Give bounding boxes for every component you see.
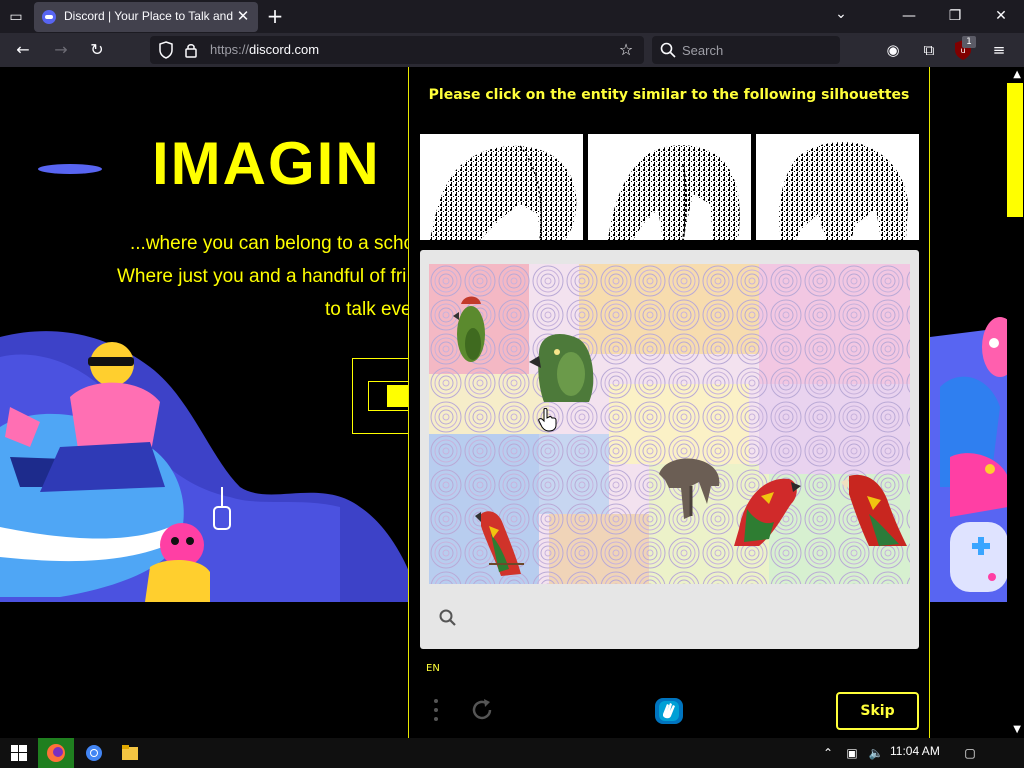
tab-title: Discord | Your Place to Talk and Hang Ou…	[64, 9, 234, 23]
scroll-up-icon[interactable]: ▲	[1013, 69, 1021, 80]
menu-hamburger-icon[interactable]: ≡	[986, 38, 1012, 62]
skip-button[interactable]: Skip	[836, 692, 919, 730]
hero-text-line2: Where just you and a handful of fri	[117, 266, 407, 287]
taskbar-clock[interactable]: 11:04 AM	[890, 744, 940, 758]
url-text: https://discord.com	[210, 42, 320, 57]
screen: ▭ Discord | Your Place to Talk and Hang …	[0, 0, 1024, 768]
hero-illustration-right	[930, 317, 1010, 602]
search-icon	[660, 42, 676, 58]
search-bar[interactable]: Search	[652, 36, 840, 64]
captcha-image-panel	[420, 250, 919, 649]
tab-close-icon[interactable]: ✕	[234, 7, 252, 25]
extensions-icon[interactable]: ⧉	[916, 38, 942, 62]
refresh-icon[interactable]	[469, 697, 495, 723]
search-placeholder: Search	[682, 43, 724, 58]
page-scrollbar[interactable]: ▲ ▼	[1007, 67, 1024, 737]
back-button[interactable]: ←	[10, 38, 36, 62]
url-bar[interactable]: https://discord.com ☆	[150, 36, 644, 64]
hero-text-line1: ...where you can belong to a scho	[130, 233, 415, 254]
tray-volume-muted-icon[interactable]: 🔈	[866, 743, 886, 763]
language-selector[interactable]: EN	[426, 663, 440, 674]
silhouette-example-1	[420, 134, 583, 240]
tab-list-icon[interactable]: ▭	[6, 7, 26, 27]
minimize-button[interactable]: —	[886, 0, 932, 33]
menu-dots-icon[interactable]	[431, 697, 441, 723]
windows-start-icon[interactable]	[0, 738, 38, 768]
zoom-icon[interactable]	[438, 608, 458, 628]
restore-button[interactable]: ❐	[932, 0, 978, 33]
scroll-thumb[interactable]	[1007, 83, 1023, 217]
account-icon[interactable]: ◉	[880, 38, 906, 62]
tray-chevron-up-icon[interactable]: ⌃	[818, 743, 838, 763]
lock-icon[interactable]	[184, 42, 198, 58]
forward-button[interactable]: →	[48, 38, 74, 62]
close-window-button[interactable]: ✕	[978, 0, 1024, 33]
browser-tabbar: ▭ Discord | Your Place to Talk and Hang …	[0, 0, 1024, 33]
browser-navbar: ← → ↻ https://discord.com ☆ Search ◉ ⧉ ≡	[0, 33, 1024, 67]
captcha-canvas[interactable]	[429, 264, 910, 584]
notifications-icon[interactable]: ▢	[960, 743, 980, 763]
hand-cursor-icon	[538, 408, 557, 432]
discord-favicon-icon	[42, 10, 56, 24]
new-tab-button[interactable]: +	[264, 5, 286, 27]
tab-overflow-chevron-icon[interactable]: ⌄	[830, 6, 852, 26]
tab-discord[interactable]: Discord | Your Place to Talk and Hang Ou…	[34, 2, 258, 32]
captcha-challenge: Please click on the entity similar to th…	[408, 67, 930, 738]
hero-title: IMAGIN	[152, 130, 381, 197]
hcaptcha-logo-icon[interactable]	[653, 696, 685, 726]
hero-text-line3: to talk eve	[325, 299, 412, 320]
windows-taskbar: ⌃ ▣ 🔈 11:04 AM ▢	[0, 738, 1024, 768]
taskbar-chrome-icon[interactable]	[76, 738, 112, 768]
tray-network-icon[interactable]: ▣	[842, 743, 862, 763]
silhouette-example-2	[588, 134, 751, 240]
taskbar-explorer-icon[interactable]	[112, 738, 148, 768]
reload-button[interactable]: ↻	[84, 38, 110, 62]
captcha-prompt: Please click on the entity similar to th…	[428, 87, 910, 103]
tracking-shield-icon[interactable]	[158, 41, 174, 59]
taskbar-firefox-icon[interactable]	[38, 738, 74, 768]
silhouette-example-3	[756, 134, 919, 240]
bookmark-star-icon[interactable]: ☆	[616, 40, 636, 60]
ublock-badge: 1	[962, 36, 976, 48]
scroll-down-icon[interactable]: ▼	[1013, 724, 1021, 735]
